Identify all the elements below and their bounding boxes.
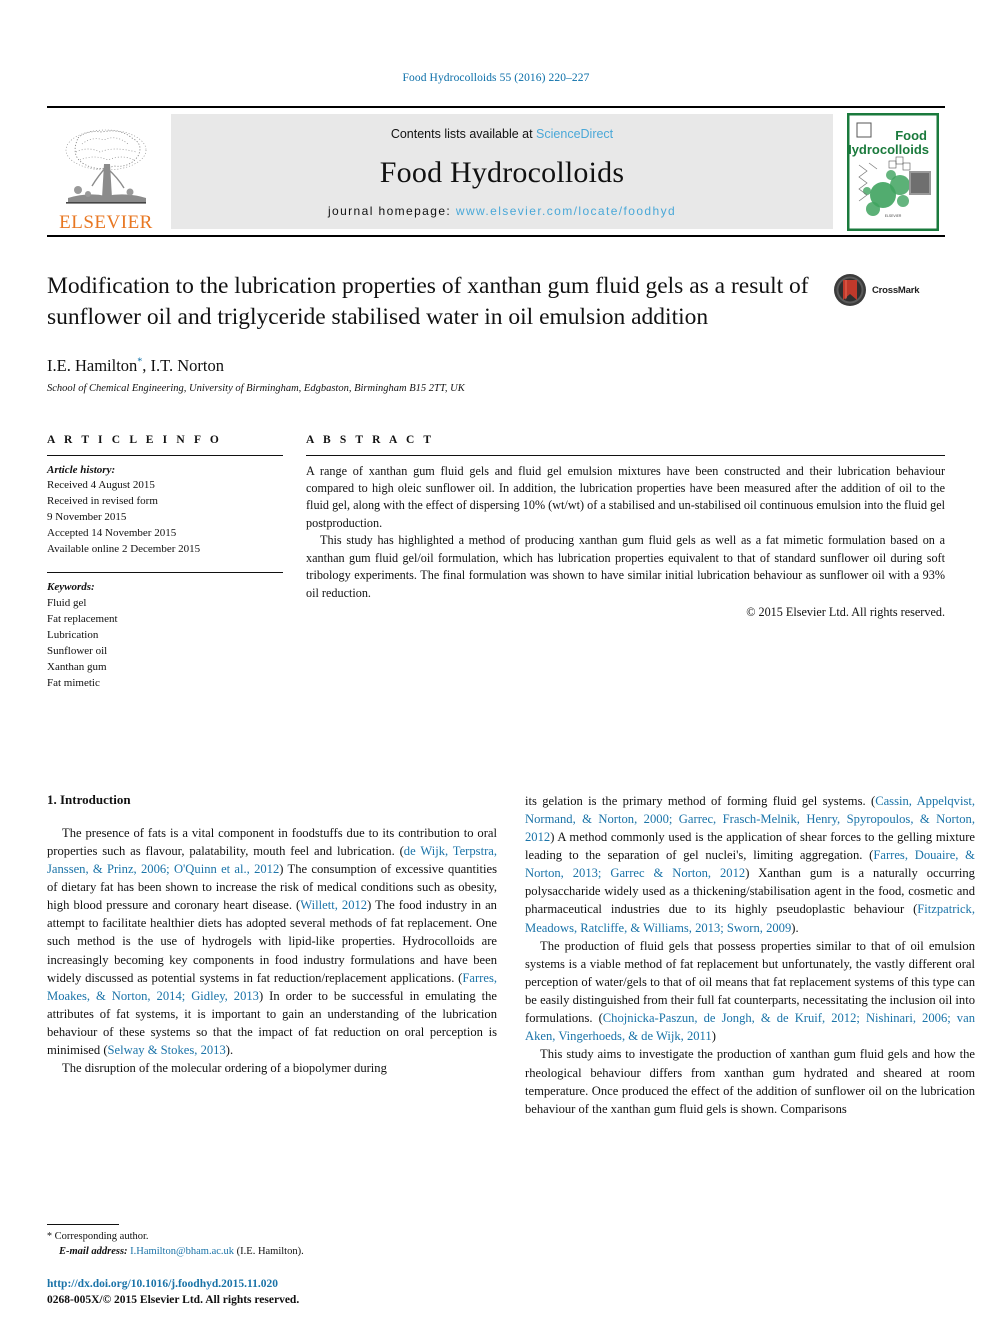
info-abstract-row: A R T I C L E I N F O Article history: R…: [47, 434, 945, 692]
svg-text:Food: Food: [895, 128, 927, 143]
history-item: 9 November 2015: [47, 511, 127, 524]
abstract-heading: A B S T R A C T: [306, 433, 435, 446]
issn-copyright-line: 0268-005X/© 2015 Elsevier Ltd. All right…: [47, 1294, 300, 1307]
running-head: Food Hydrocolloids 55 (2016) 220–227: [402, 72, 590, 84]
email-label: E-mail address:: [59, 1246, 128, 1258]
masthead-center-panel: Contents lists available at ScienceDirec…: [171, 114, 833, 229]
history-item: Accepted 14 November 2015: [47, 527, 177, 540]
citation-link[interactable]: Selway & Stokes, 2013: [108, 1043, 226, 1057]
history-item: Available online 2 December 2015: [47, 543, 201, 556]
page-title: Modification to the lubrication properti…: [47, 273, 809, 331]
svg-text:ELSEVIER: ELSEVIER: [885, 214, 902, 218]
email-link[interactable]: I.Hamilton@bham.ac.uk: [130, 1246, 234, 1257]
paragraph-text: its gelation is the primary method of fo…: [525, 793, 876, 808]
email-note: E-mail address: I.Hamilton@bham.ac.uk (I…: [47, 1244, 497, 1260]
author-2: , I.T. Norton: [142, 355, 224, 375]
article-history-label: Article history:: [47, 463, 116, 476]
keyword-item: Xanthan gum: [47, 660, 107, 673]
history-item: Received in revised form: [47, 495, 158, 508]
elsevier-tree-icon: [65, 129, 147, 204]
paragraph-text: ): [711, 1029, 716, 1044]
crossmark-badge[interactable]: CrossMark: [833, 273, 945, 307]
article-info-heading: A R T I C L E I N F O: [47, 433, 222, 446]
body-paragraph: The production of fluid gels that posses…: [525, 937, 975, 1046]
homepage-label: journal homepage:: [327, 204, 456, 218]
elsevier-wordmark: ELSEVIER: [59, 212, 153, 233]
body-columns: 1. Introduction The presence of fats is …: [47, 792, 975, 1118]
history-item: Received 4 August 2015: [47, 479, 155, 492]
citation-link[interactable]: Willett, 2012: [300, 898, 367, 912]
body-right-column: its gelation is the primary method of fo…: [525, 792, 975, 1118]
elsevier-logo: ELSEVIER: [47, 108, 165, 235]
email-owner: (I.E. Hamilton).: [236, 1246, 304, 1258]
section-heading-introduction: 1. Introduction: [47, 791, 131, 807]
abstract-copyright: © 2015 Elsevier Ltd. All rights reserved…: [746, 605, 945, 619]
article-info-column: A R T I C L E I N F O Article history: R…: [47, 434, 283, 692]
svg-text:Hydrocolloids: Hydrocolloids: [847, 142, 929, 157]
affiliation: School of Chemical Engineering, Universi…: [47, 382, 465, 394]
author-list: I.E. Hamilton*, I.T. Norton: [47, 356, 945, 376]
paragraph-text: ).: [791, 920, 799, 935]
footnote-area: * Corresponding author. E-mail address: …: [47, 1223, 497, 1261]
abstract-body: A range of xanthan gum fluid gels and fl…: [306, 463, 945, 603]
abstract-paragraph: This study has highlighted a method of p…: [306, 533, 945, 600]
paper-page: Food Hydrocolloids 55 (2016) 220–227 ELS…: [0, 0, 992, 1323]
keywords-label: Keywords:: [47, 581, 95, 594]
body-paragraph: its gelation is the primary method of fo…: [525, 792, 975, 937]
title-block: CrossMark Modification to the lubricatio…: [47, 271, 945, 394]
sciencedirect-link[interactable]: ScienceDirect: [536, 127, 613, 141]
divider-rule: [47, 454, 283, 456]
crossmark-icon: [834, 274, 866, 306]
corresponding-author-text: Corresponding author.: [54, 1230, 149, 1242]
journal-title: Food Hydrocolloids: [379, 155, 625, 189]
author-1: I.E. Hamilton: [47, 355, 138, 375]
journal-cover-thumbnail: Food Hydrocolloids ELSEVIER: [841, 108, 945, 235]
keyword-item: Fluid gel: [47, 597, 87, 610]
journal-masthead: ELSEVIER Contents lists available at Sci…: [47, 106, 945, 237]
keyword-item: Fat mimetic: [47, 676, 100, 689]
contents-lists-line: Contents lists available at ScienceDirec…: [391, 127, 613, 141]
journal-homepage-line: journal homepage: www.elsevier.com/locat…: [328, 204, 676, 218]
doi-block: http://dx.doi.org/10.1016/j.foodhyd.2015…: [47, 1276, 547, 1309]
keyword-item: Sunflower oil: [47, 644, 108, 657]
crossmark-label: CrossMark: [872, 284, 920, 296]
body-paragraph: This study aims to investigate the produ…: [525, 1047, 975, 1116]
keyword-item: Lubrication: [47, 628, 99, 641]
divider-rule: [47, 572, 283, 574]
abstract-paragraph: A range of xanthan gum fluid gels and fl…: [306, 463, 945, 530]
footnote-rule: [47, 1223, 119, 1225]
contents-prefix: Contents lists available at: [390, 127, 537, 141]
body-left-column: 1. Introduction The presence of fats is …: [47, 792, 497, 1118]
body-paragraph: The disruption of the molecular ordering…: [62, 1061, 387, 1076]
abstract-column: A B S T R A C T A range of xanthan gum f…: [306, 434, 945, 692]
keyword-item: Fat replacement: [47, 613, 118, 625]
journal-cover-image: Food Hydrocolloids ELSEVIER: [847, 112, 939, 231]
body-paragraph: The presence of fats is a vital componen…: [47, 824, 497, 1060]
footnote-star: *: [47, 1230, 52, 1242]
doi-link[interactable]: http://dx.doi.org/10.1016/j.foodhyd.2015…: [47, 1276, 547, 1293]
paragraph-text: ).: [225, 1043, 234, 1058]
homepage-url-link[interactable]: www.elsevier.com/locate/foodhyd: [456, 204, 676, 218]
divider-rule: [306, 454, 945, 456]
corresponding-author-note: * Corresponding author.: [47, 1229, 497, 1245]
